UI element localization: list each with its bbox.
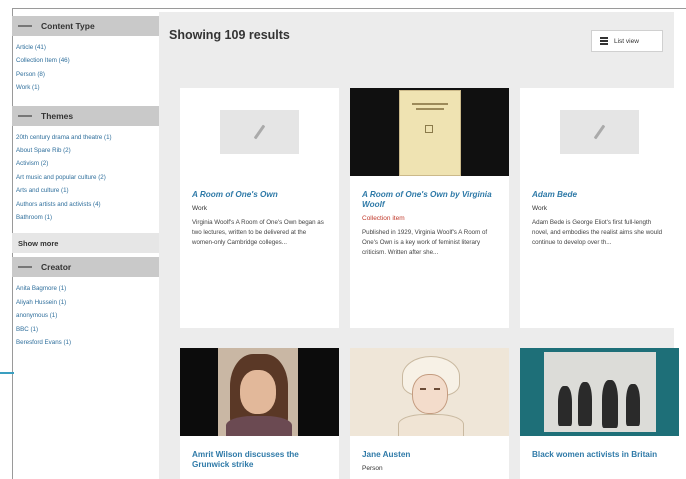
facet-list-creator: Anita Bagmore (1) Aliyah Hussein (1) ano… (12, 277, 160, 356)
pencil-icon (220, 110, 299, 154)
facet-item[interactable]: Work (1) (16, 84, 156, 92)
card-title-link[interactable]: Adam Bede (520, 176, 679, 200)
list-view-label: List view (614, 37, 639, 45)
card-title-link[interactable]: Black women activists in Britain (520, 436, 679, 460)
minus-icon (18, 25, 32, 27)
result-card[interactable]: A Room of One's Own by Virginia Woolf Co… (350, 88, 509, 328)
list-view-button[interactable]: List view (591, 30, 663, 52)
facet-item[interactable]: Anita Bagmore (1) (16, 285, 156, 293)
result-card[interactable]: Black women activists in Britain (520, 348, 679, 479)
pencil-icon (560, 110, 639, 154)
facet-header-creator[interactable]: Creator (12, 257, 160, 278)
facet-list-content-type: Article (41) Collection Item (46) Person… (12, 36, 160, 102)
facet-header-label: Creator (41, 262, 72, 273)
facet-item[interactable]: Arts and culture (1) (16, 187, 156, 195)
facet-item[interactable]: 20th century drama and theatre (1) (16, 134, 156, 142)
minus-icon (18, 266, 32, 269)
card-title-link[interactable]: A Room of One's Own by Virginia Woolf (350, 176, 509, 210)
facet-item[interactable]: Beresford Evans (1) (16, 339, 156, 347)
result-card[interactable]: A Room of One's Own Work Virginia Woolf'… (180, 88, 339, 328)
facet-item[interactable]: Aliyah Hussein (1) (16, 299, 156, 307)
facet-list-themes: 20th century drama and theatre (1) About… (12, 126, 160, 232)
card-type: Collection item (362, 215, 405, 222)
card-image-group-photo (520, 348, 679, 436)
show-more-button[interactable]: Show more (12, 233, 160, 254)
facet-item[interactable]: Authors artists and activists (4) (16, 201, 156, 209)
card-description: Virginia Woolf's A Room of One's Own beg… (192, 219, 324, 246)
book-cover-image (400, 91, 460, 175)
results-panel: Showing 109 results List view A Room of … (159, 12, 679, 479)
card-type: Work (192, 205, 208, 212)
facet-header-label: Content Type (41, 21, 95, 31)
card-image-placeholder (520, 88, 679, 176)
card-description: Published in 1929, Virginia Woolf's A Ro… (362, 229, 488, 256)
results-count-title: Showing 109 results (169, 28, 290, 42)
facet-item[interactable]: Person (8) (16, 71, 156, 79)
card-title-link[interactable]: Jane Austen (350, 436, 509, 460)
card-image-book-cover (350, 88, 509, 176)
card-image-portrait (180, 348, 339, 436)
card-title-link[interactable]: A Room of One's Own (180, 176, 339, 200)
result-card[interactable]: Amrit Wilson discusses the Grunwick stri… (180, 348, 339, 479)
facet-header-content-type[interactable]: Content Type (12, 16, 160, 36)
facet-header-themes[interactable]: Themes (12, 105, 160, 126)
facet-item[interactable]: About Spare Rib (2) (16, 147, 156, 155)
card-type: Person (362, 465, 383, 472)
facet-item[interactable]: BBC (1) (16, 326, 156, 334)
facet-item[interactable]: anonymous (1) (16, 312, 156, 320)
facet-item[interactable]: Bathroom (1) (16, 214, 156, 222)
facet-item[interactable]: Collection Item (46) (16, 57, 156, 65)
minus-icon (18, 114, 32, 117)
callout-line (0, 372, 14, 374)
result-card[interactable]: Jane Austen Person (350, 348, 509, 479)
card-description: Adam Bede is George Eliot's first full-l… (532, 219, 663, 246)
card-image-sketch (350, 348, 509, 436)
result-card[interactable]: Adam Bede Work Adam Bede is George Eliot… (520, 88, 679, 328)
facet-item[interactable]: Art music and popular culture (2) (16, 174, 156, 182)
facet-sidebar: Content Type Article (41) Collection Ite… (12, 12, 160, 357)
results-bar: Showing 109 results List view (159, 12, 674, 70)
card-type: Work (532, 205, 548, 212)
card-title-link[interactable]: Amrit Wilson discusses the Grunwick stri… (180, 436, 339, 470)
list-icon (600, 37, 608, 45)
facet-item[interactable]: Activism (2) (16, 160, 156, 168)
facet-header-label: Themes (41, 110, 74, 121)
card-image-placeholder (180, 88, 339, 176)
facet-item[interactable]: Article (41) (16, 44, 156, 52)
